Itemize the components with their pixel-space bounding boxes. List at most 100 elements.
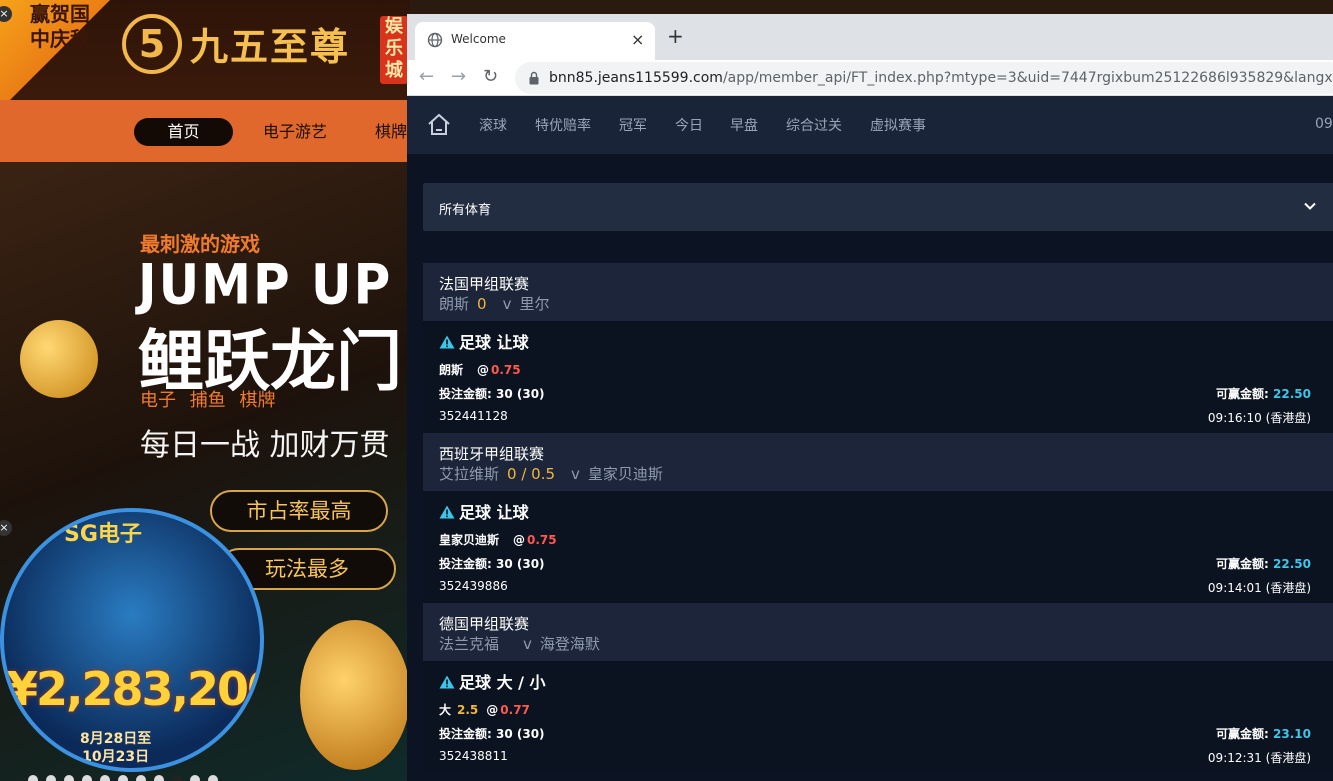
casino-nav-home[interactable]: 首页 [134, 118, 233, 146]
versus: v [502, 295, 512, 313]
home-icon[interactable] [427, 113, 451, 137]
carousel-dot[interactable] [100, 775, 110, 781]
site-nav: 滚球 特优赔率 冠军 今日 早盘 综合过关 虚拟赛事 09: [407, 96, 1333, 154]
match-line: 艾拉维斯 0 / 0.5 v 皇家贝迪斯 [439, 463, 663, 484]
sport-select-value: 所有体育 [439, 203, 492, 218]
home-team: 朗斯 [439, 295, 470, 313]
bet-pick: 朗斯 @0.75 [439, 361, 521, 378]
bet-win: 可赢金额: 22.50 [1216, 385, 1311, 402]
sg-date-end: 10月23日 [82, 749, 150, 765]
gold-coin-image [20, 320, 98, 398]
ticket-number: 352438811 [439, 749, 508, 763]
bet-type-label: 足球 大 / 小 [459, 673, 546, 692]
ticket-number: 352441128 [439, 409, 508, 423]
league-name: 法国甲组联赛 [439, 275, 530, 293]
browser-window: Welcome × + ← → ↻ bnn85.jeans115599.com/… [407, 14, 1333, 781]
carousel-dot[interactable] [136, 775, 146, 781]
browser-tab[interactable]: Welcome × [415, 22, 655, 60]
sg-promo-badge[interactable]: SG电子 ¥2,283,200 8月28日至 10月23日 [0, 508, 264, 772]
tab-strip: Welcome × + [407, 14, 1333, 60]
address-bar[interactable]: bnn85.jeans115599.com/app/member_api/FT_… [515, 62, 1333, 94]
bet-stake: 投注金额: 30 (30) [439, 555, 545, 572]
bet-card: 足球 让球 朗斯 @0.75 投注金额: 30 (30) 352441128 可赢… [423, 321, 1333, 433]
match-line: 法兰克福 v 海登海默 [439, 633, 600, 654]
versus: v [571, 465, 580, 483]
bet-at: @ [486, 703, 499, 717]
bet-pick: 大 2.5 @0.77 [439, 701, 530, 718]
sg-jackpot-amount: ¥2,283,200 [6, 662, 264, 716]
banner-pill-market-share[interactable]: 市占率最高 [210, 490, 388, 532]
win-value: 22.50 [1273, 387, 1311, 401]
url-path: /app/member_api/FT_index.php?mtype=3&uid… [722, 70, 1333, 86]
carousel-dot[interactable] [154, 775, 164, 781]
forward-button[interactable]: → [451, 66, 466, 88]
league-header: 法国甲组联赛 朗斯 0 v 里尔 [423, 263, 1333, 321]
bet-odds: 0.75 [491, 363, 521, 377]
casino-nav-chess[interactable]: 棋牌 [375, 118, 407, 146]
carousel-dot[interactable] [64, 775, 74, 781]
away-team: 海登海默 [539, 635, 600, 653]
nav-outright[interactable]: 冠军 [619, 116, 647, 136]
sport-select[interactable]: 所有体育 [423, 183, 1333, 231]
bet-type-label: 足球 让球 [459, 333, 529, 352]
nav-today[interactable]: 今日 [675, 116, 703, 136]
carousel-dot[interactable] [190, 775, 200, 781]
bet-stake: 投注金额: 30 (30) [439, 385, 545, 402]
carousel-dots [28, 770, 226, 781]
carousel-dot[interactable] [46, 775, 56, 781]
casino-logo-mark: 5 [122, 14, 182, 74]
bet-pick: 皇家贝迪斯 @0.75 [439, 531, 557, 548]
lock-icon[interactable] [529, 71, 539, 85]
bet-selection: 朗斯 [439, 363, 464, 377]
bet-handicap: 2.5 [457, 703, 479, 717]
bet-type: 足球 大 / 小 [439, 669, 546, 693]
carousel-dot[interactable] [208, 775, 218, 781]
sg-promo-date: 8月28日至 10月23日 [80, 730, 151, 766]
screen: 赢贺国中庆秋 × 5 九五至尊 娱乐城 首页 电子游艺 棋牌 最刺激的游戏 JU… [0, 0, 1333, 781]
warning-icon [439, 675, 455, 689]
back-button[interactable]: ← [419, 66, 434, 88]
versus: v [523, 635, 532, 653]
casino-nav: 首页 电子游艺 棋牌 [0, 100, 410, 162]
win-value: 22.50 [1273, 557, 1311, 571]
home-team: 艾拉维斯 [439, 465, 500, 483]
background-casino-page: 赢贺国中庆秋 × 5 九五至尊 娱乐城 首页 电子游艺 棋牌 最刺激的游戏 JU… [0, 0, 410, 781]
tab-close-icon[interactable]: × [631, 30, 644, 49]
site-clock: 09: [1315, 116, 1333, 132]
sg-brand: SG电子 [64, 522, 142, 547]
url-text: bnn85.jeans115599.com/app/member_api/FT_… [549, 70, 1333, 86]
league-header: 德国甲组联赛 法兰克福 v 海登海默 [423, 603, 1333, 661]
match-score: 0 [477, 295, 487, 313]
bet-time: 09:16:10 (香港盘) [1207, 411, 1311, 425]
new-tab-button[interactable]: + [667, 26, 684, 46]
ticket-number: 352439886 [439, 579, 508, 593]
casino-logo-name: 九五至尊 [190, 24, 351, 69]
reload-button[interactable]: ↻ [483, 66, 498, 88]
home-team: 法兰克福 [439, 635, 500, 653]
stake-label: 投注金额: [439, 387, 492, 401]
stake-value: 30 (30) [496, 387, 545, 401]
casino-nav-games[interactable]: 电子游艺 [263, 118, 327, 146]
bet-at: @ [513, 533, 526, 547]
bet-card: 足球 大 / 小 大 2.5 @0.77 投注金额: 30 (30) 3524388… [423, 661, 1333, 773]
match-line: 朗斯 0 v 里尔 [439, 293, 549, 314]
nav-early[interactable]: 早盘 [730, 116, 758, 136]
nav-parlay[interactable]: 综合过关 [786, 116, 842, 136]
url-host: bnn85.jeans115599.com [549, 70, 723, 86]
bet-stake: 投注金额: 30 (30) [439, 725, 545, 742]
carousel-dot-active[interactable] [172, 775, 182, 781]
warning-icon [439, 335, 455, 349]
nav-live[interactable]: 滚球 [479, 116, 507, 136]
bet-selection: 皇家贝迪斯 [439, 533, 500, 547]
nav-special-odds[interactable]: 特优赔率 [535, 116, 591, 136]
festival-text: 赢贺国中庆秋 [30, 2, 90, 51]
sg-date-start: 8月28日至 [80, 731, 152, 747]
carousel-dot[interactable] [82, 775, 92, 781]
nav-virtual[interactable]: 虚拟赛事 [870, 116, 926, 136]
chevron-down-icon [1304, 202, 1316, 210]
banner-tags: 电子 捕鱼 棋牌 [140, 390, 276, 411]
bet-odds: 0.77 [500, 703, 530, 717]
carousel-dot[interactable] [28, 775, 38, 781]
banner-slogan: 每日一战 加财万贯 [140, 428, 390, 463]
carousel-dot[interactable] [118, 775, 128, 781]
